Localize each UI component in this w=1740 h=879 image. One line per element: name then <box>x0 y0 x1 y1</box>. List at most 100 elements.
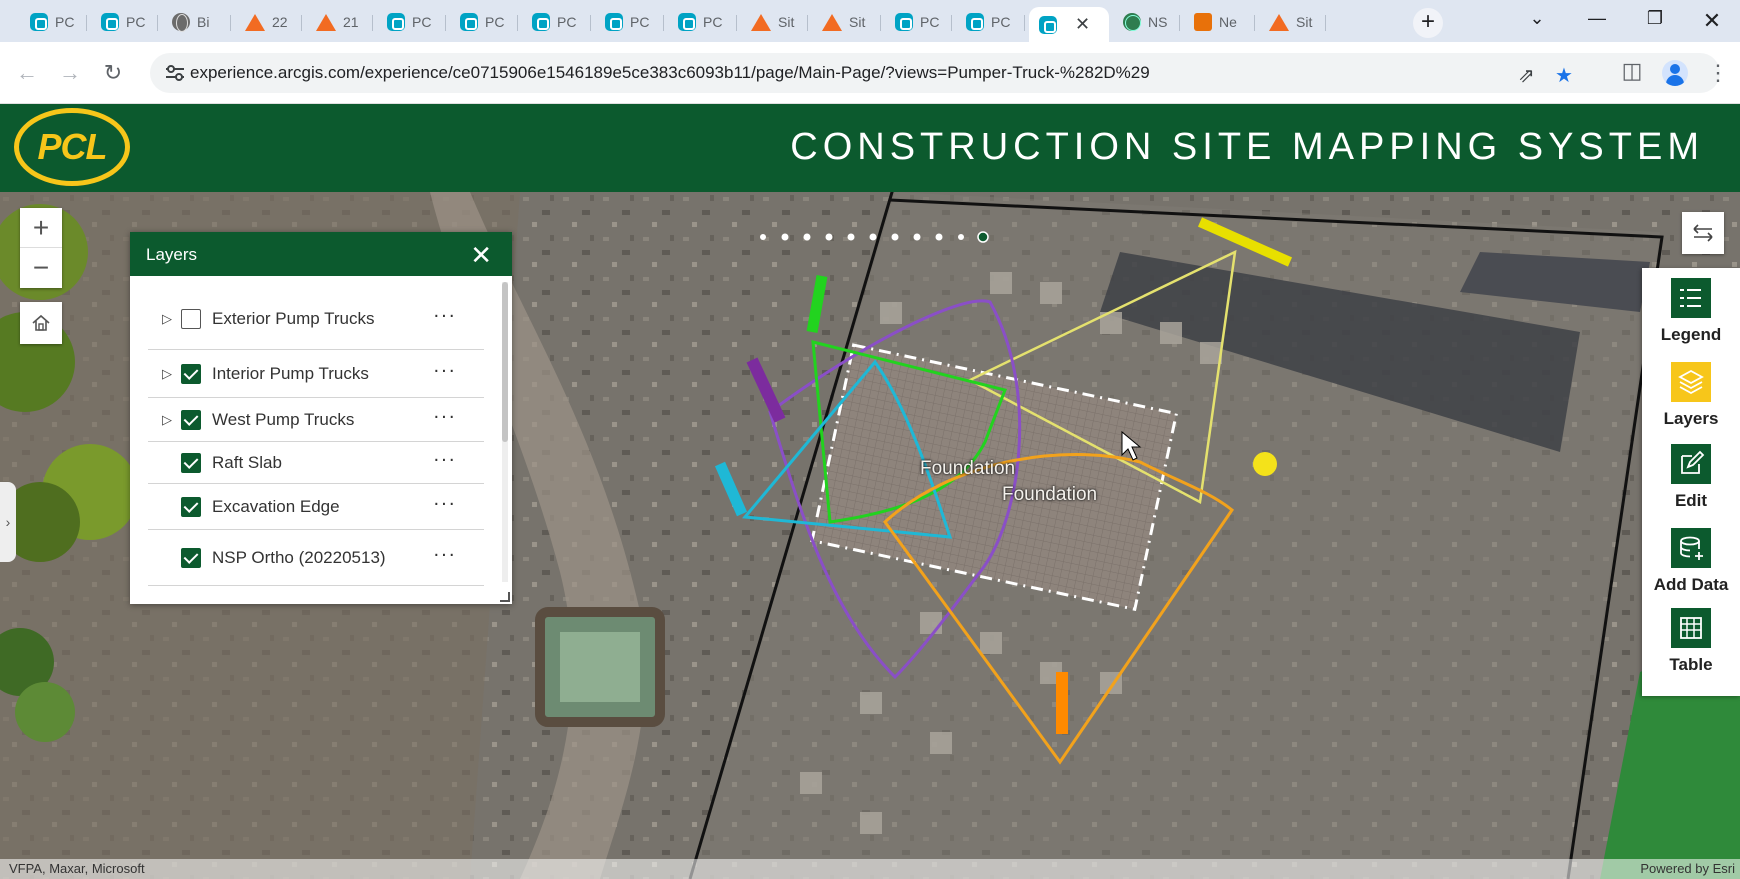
browser-tab[interactable]: Bi <box>162 7 231 37</box>
browser-tab[interactable]: Sit <box>1259 7 1326 37</box>
layer-options-icon[interactable]: ··· <box>433 304 456 327</box>
expand-caret-icon[interactable]: ▷ <box>162 412 172 428</box>
site-info-icon[interactable] <box>164 63 186 83</box>
browser-tab[interactable]: PC <box>377 7 446 37</box>
map-view[interactable]: Foundation Foundation + − › Layers ✕ ▷ Ex… <box>0 192 1740 879</box>
layer-visibility-checkbox[interactable] <box>181 452 201 473</box>
attribution-sources: VFPA, Maxar, Microsoft <box>9 861 145 876</box>
zoom-out-button[interactable]: − <box>20 248 62 288</box>
tab-separator <box>880 15 881 31</box>
tab-title: PC <box>703 14 723 30</box>
address-bar[interactable]: experience.arcgis.com/experience/ce07159… <box>150 53 1720 93</box>
bookmark-star-icon[interactable]: ★ <box>1555 63 1573 88</box>
layer-visibility-checkbox[interactable] <box>181 409 201 430</box>
browser-tab[interactable]: 21 <box>306 7 373 37</box>
browser-tab[interactable]: PC <box>668 7 737 37</box>
tab-separator <box>230 15 231 31</box>
share-icon[interactable]: ⇗ <box>1518 63 1535 88</box>
profile-avatar[interactable] <box>1662 60 1688 86</box>
layer-visibility-checkbox[interactable] <box>181 308 201 329</box>
toolbar-legend-button[interactable]: Legend <box>1642 278 1740 345</box>
browser-tab[interactable]: ✕ <box>1029 7 1109 42</box>
reload-icon[interactable]: ↻ <box>98 60 128 86</box>
map-attribution: VFPA, Maxar, Microsoft Powered by Esri <box>0 859 1740 879</box>
browser-tab[interactable]: PC <box>450 7 518 37</box>
tab-title: PC <box>485 14 505 30</box>
tab-title: Bi <box>197 14 210 30</box>
layer-label: Exterior Pump Trucks <box>212 308 375 328</box>
tab-title: 21 <box>343 14 359 30</box>
close-window-icon[interactable]: ✕ <box>1692 8 1732 34</box>
edit-icon <box>1671 444 1711 484</box>
browser-tab[interactable]: PC <box>522 7 591 37</box>
pcl-logo: PCL <box>14 108 130 186</box>
browser-tab[interactable]: Sit <box>741 7 808 37</box>
tab-title: PC <box>412 14 432 30</box>
foundation-label-1: Foundation <box>920 458 1016 479</box>
minimize-icon[interactable]: — <box>1577 8 1617 29</box>
layer-options-icon[interactable]: ··· <box>433 448 456 471</box>
home-icon <box>32 314 50 331</box>
zoom-in-button[interactable]: + <box>20 208 62 248</box>
layer-options-icon[interactable]: ··· <box>433 359 456 382</box>
news-icon <box>1194 13 1212 31</box>
tab-separator <box>86 15 87 31</box>
browser-tab[interactable]: PC <box>956 7 1025 37</box>
swap-panel-button[interactable] <box>1682 212 1724 254</box>
survey123-icon <box>245 13 265 31</box>
browser-tab[interactable]: PC <box>595 7 664 37</box>
tab-title: Sit <box>778 14 795 30</box>
layer-options-icon[interactable]: ··· <box>433 492 456 515</box>
layer-item[interactable]: ▷ West Pump Trucks ··· <box>148 398 484 442</box>
tab-close-icon[interactable]: ✕ <box>1075 14 1090 35</box>
layer-visibility-checkbox[interactable] <box>181 496 201 517</box>
browser-menu-icon[interactable]: ⋮ <box>1703 60 1733 86</box>
layer-item[interactable]: Excavation Edge ··· <box>148 484 484 530</box>
layer-item[interactable]: ▷ Exterior Pump Trucks ··· <box>148 288 484 350</box>
app-title: CONSTRUCTION SITE MAPPING SYSTEM <box>790 126 1704 168</box>
left-panel-expander[interactable]: › <box>0 482 16 562</box>
layer-options-icon[interactable]: ··· <box>433 405 456 428</box>
browser-tab[interactable]: 22 <box>235 7 302 37</box>
layer-visibility-checkbox[interactable] <box>181 547 201 568</box>
layer-options-icon[interactable]: ··· <box>433 543 456 566</box>
expand-caret-icon[interactable]: ▷ <box>162 366 172 382</box>
layer-list-scrollbar[interactable] <box>502 282 508 582</box>
new-tab-button[interactable]: + <box>1413 8 1443 38</box>
toolbar-add-data-button[interactable]: Add Data <box>1642 528 1740 595</box>
tab-separator <box>517 15 518 31</box>
tab-separator <box>951 15 952 31</box>
side-panel-icon[interactable]: ◫ <box>1617 58 1647 84</box>
browser-tab[interactable]: NS <box>1113 7 1180 37</box>
layer-item[interactable]: ▷ Interior Pump Trucks ··· <box>148 350 484 398</box>
close-icon[interactable]: ✕ <box>470 240 492 271</box>
layer-visibility-checkbox[interactable] <box>181 363 201 384</box>
restore-icon[interactable]: ❐ <box>1635 8 1675 29</box>
layer-item[interactable]: NSP Ortho (20220513) ··· <box>148 530 484 586</box>
layer-label: West Pump Trucks <box>212 409 355 429</box>
back-icon[interactable]: ← <box>12 60 42 86</box>
survey123-icon <box>751 13 771 31</box>
tab-search-icon[interactable]: ⌄ <box>1517 8 1557 29</box>
expand-caret-icon[interactable]: ▷ <box>162 311 172 327</box>
table-icon <box>1671 608 1711 648</box>
browser-tab[interactable]: PC <box>20 7 87 37</box>
powered-by-esri[interactable]: Powered by Esri <box>1640 859 1735 879</box>
tab-title: Sit <box>849 14 866 30</box>
browser-tab[interactable]: Sit <box>812 7 881 37</box>
home-button[interactable] <box>20 302 62 344</box>
toolbar-edit-button[interactable]: Edit <box>1642 444 1740 511</box>
foundation-label-2: Foundation <box>1002 484 1098 505</box>
layers-panel-title: Layers <box>146 245 198 264</box>
layer-label: NSP Ortho (20220513) <box>212 547 386 567</box>
browser-tab[interactable]: PC <box>885 7 952 37</box>
browser-tab[interactable]: PC <box>91 7 158 37</box>
survey123-icon <box>1269 13 1289 31</box>
browser-tab[interactable]: Ne <box>1184 7 1255 37</box>
forward-icon[interactable]: → <box>55 60 85 86</box>
layer-item[interactable]: Raft Slab ··· <box>148 442 484 484</box>
toolbar-layers-button[interactable]: Layers <box>1642 362 1740 429</box>
toolbar-table-button[interactable]: Table <box>1642 608 1740 675</box>
resize-handle[interactable] <box>500 592 510 602</box>
browser-toolbar: ← → ↻ experience.arcgis.com/experience/c… <box>0 42 1740 104</box>
